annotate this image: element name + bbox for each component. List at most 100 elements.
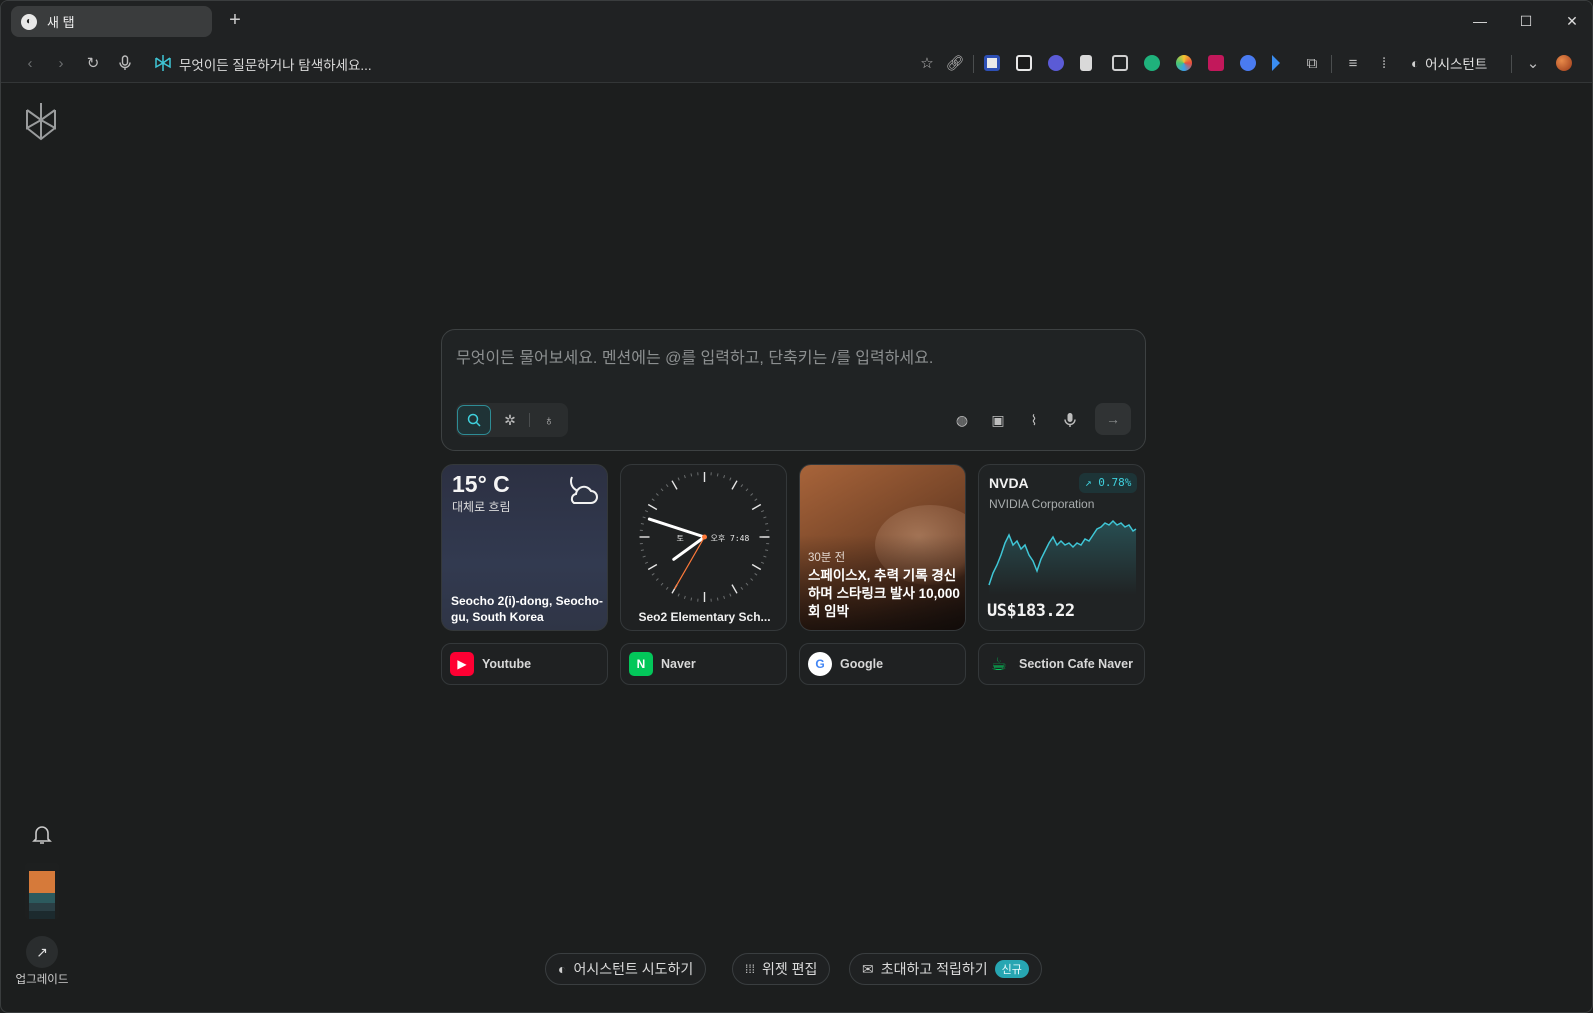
profile-avatar-icon[interactable] — [1552, 51, 1576, 75]
weather-temperature: 15° C — [452, 471, 510, 497]
shortcut-naver[interactable]: N Naver — [620, 643, 787, 685]
clock-minute-tick — [729, 593, 732, 597]
invite-button[interactable]: ✉ 초대하고 적립하기 신규 — [849, 953, 1042, 985]
clock-hour-tick — [647, 503, 658, 511]
clock-minute-tick — [690, 597, 693, 601]
mode-divider — [529, 413, 530, 427]
extension-download-icon[interactable] — [984, 55, 1000, 71]
lightbulb-icon[interactable]: ♁ — [532, 405, 566, 435]
stock-widget[interactable]: NVDA NVIDIA Corporation ↗ 0.78% US$183.2… — [978, 464, 1145, 631]
stock-change-badge: ↗ 0.78% — [1079, 473, 1138, 493]
mail-icon: ✉ — [862, 960, 874, 977]
perplexity-logo-icon[interactable] — [23, 101, 59, 141]
new-tab-button[interactable]: + — [223, 9, 247, 33]
toolbar-divider — [973, 55, 974, 73]
clock-digital-time: 오후 7:48 — [711, 534, 750, 543]
submit-arrow-button[interactable]: → — [1095, 403, 1131, 435]
minimize-icon[interactable]: — — [1465, 9, 1495, 33]
weather-widget[interactable]: 15° C 대체로 흐림 Seocho 2(i)-dong, Seocho-gu… — [441, 464, 608, 631]
edit-widgets-button[interactable]: ⁞⁞⁞ 위젯 편집 — [732, 953, 831, 985]
clock-minute-tick — [754, 498, 758, 501]
bookmark-star-icon[interactable]: ☆ — [915, 51, 939, 75]
shortcut-section-cafe-naver[interactable]: ☕︎ Section Cafe Naver — [978, 643, 1145, 685]
notification-bell-icon[interactable] — [29, 821, 55, 847]
extension-circle-icon[interactable] — [1048, 55, 1064, 71]
clock-minute-tick — [660, 488, 664, 492]
extension-pointer-icon[interactable] — [1272, 55, 1280, 71]
clock-minute-tick — [642, 516, 646, 519]
youtube-icon: ▶ — [450, 652, 474, 676]
extension-copy-icon[interactable] — [1112, 55, 1128, 71]
clock-minute-tick — [640, 549, 644, 552]
voice-wave-icon[interactable]: ⦙ — [1372, 51, 1396, 75]
reload-icon[interactable]: ↻ — [81, 51, 105, 75]
search-mode-group: ✲ ♁ — [456, 403, 568, 437]
try-assistant-button[interactable]: ◐ 어시스턴트 시도하기 — [545, 953, 707, 985]
clock-minute-tick — [765, 522, 769, 525]
clock-day-label: 토 — [677, 534, 684, 543]
edit-widgets-label: 위젯 편집 — [762, 961, 818, 977]
upgrade-button[interactable]: ↗ — [26, 936, 58, 968]
clock-minute-tick — [729, 477, 732, 481]
search-input[interactable]: 무엇이든 물어보세요. 멘션에는 @를 입력하고, 단축키는 /를 입력하세요. — [456, 344, 933, 368]
clock-minute-tick — [642, 555, 646, 558]
clock-location: Seo2 Elementary Sch... — [638, 610, 771, 624]
research-mode-icon[interactable]: ✲ — [493, 405, 527, 435]
new-badge: 신규 — [994, 960, 1029, 978]
clock-center-dot — [702, 534, 707, 540]
assistant-label: 어시스턴트 — [1425, 57, 1488, 72]
extension-compass-icon[interactable] — [1240, 55, 1256, 71]
clock-minute-tick — [716, 473, 719, 477]
analog-clock-face: 토 오후 7:48 — [639, 472, 770, 602]
weather-condition: 대체로 흐림 — [452, 500, 511, 514]
stock-ticker: NVDA — [989, 475, 1029, 491]
cloudy-night-icon — [570, 476, 598, 504]
extension-document-icon[interactable] — [1080, 55, 1092, 71]
clock-second-hand — [673, 536, 706, 590]
clock-hour-tick — [647, 563, 658, 571]
paperclip-icon[interactable]: ⌇ — [1022, 408, 1046, 432]
search-box[interactable]: 무엇이든 물어보세요. 멘션에는 @를 입력하고, 단축키는 /를 입력하세요.… — [441, 329, 1146, 451]
assistant-button[interactable]: ◐ 어시스턴트 — [1411, 53, 1487, 73]
extension-sync-icon[interactable] — [1144, 55, 1160, 71]
address-bar[interactable]: 무엇이든 질문하거나 탐색하세요... — [179, 54, 372, 74]
try-assistant-label: 어시스턴트 시도하기 — [573, 961, 694, 977]
clock-widget[interactable]: 토 오후 7:48 Seo2 Elementary Sch... — [620, 464, 787, 631]
shortcut-google[interactable]: G Google — [799, 643, 966, 685]
menu-lines-icon[interactable]: ≡ — [1341, 51, 1365, 75]
clock-minute-tick — [716, 597, 719, 601]
tab-strip: ◐ 새 탭 + — ☐ ✕ — [1, 1, 1592, 43]
news-headline: 스페이스X, 추력 기록 경신하며 스타링크 발사 10,000회 임박 — [808, 568, 960, 619]
extension-downloader-icon[interactable] — [1208, 55, 1224, 71]
forward-icon[interactable]: › — [49, 51, 73, 75]
google-icon: G — [808, 652, 832, 676]
clock-hour-tick — [751, 563, 762, 571]
microphone-icon[interactable] — [1058, 408, 1082, 432]
clock-hour-tick — [731, 480, 738, 490]
maximize-icon[interactable]: ☐ — [1511, 9, 1541, 33]
shortcut-label: Naver — [661, 657, 696, 671]
back-icon[interactable]: ‹ — [18, 51, 42, 75]
clock-minute-tick — [665, 586, 669, 590]
tab-new-tab[interactable]: ◐ 새 탭 — [11, 6, 212, 37]
shortcut-youtube[interactable]: ▶ Youtube — [441, 643, 608, 685]
cpu-chip-icon[interactable]: ▣ — [986, 408, 1010, 432]
extension-color-icon[interactable] — [1176, 55, 1192, 71]
microphone-icon[interactable] — [113, 51, 137, 75]
news-widget[interactable]: 30분 전 스페이스X, 추력 기록 경신하며 스타링크 발사 10,000회 … — [799, 464, 966, 631]
search-mode-button[interactable] — [457, 405, 491, 435]
upgrade-label: 업그레이드 — [15, 974, 69, 986]
shortcut-label: Youtube — [482, 657, 532, 671]
clock-minute-tick — [644, 510, 649, 513]
globe-icon[interactable]: ◍ — [950, 408, 974, 432]
shortcut-label: Section Cafe Naver — [1019, 657, 1133, 671]
link-icon[interactable]: 🔗︎ — [943, 51, 967, 75]
clock-minute-tick — [745, 488, 749, 492]
chevron-down-icon[interactable]: ⌄ — [1521, 51, 1545, 75]
extension-reader-icon[interactable] — [1016, 55, 1032, 71]
stock-price: US$183.22 — [987, 601, 1075, 621]
clock-hour-tick — [751, 503, 762, 511]
clock-minute-tick — [723, 595, 726, 599]
extensions-puzzle-icon[interactable]: ⧉ — [1300, 51, 1324, 75]
close-icon[interactable]: ✕ — [1557, 9, 1587, 33]
